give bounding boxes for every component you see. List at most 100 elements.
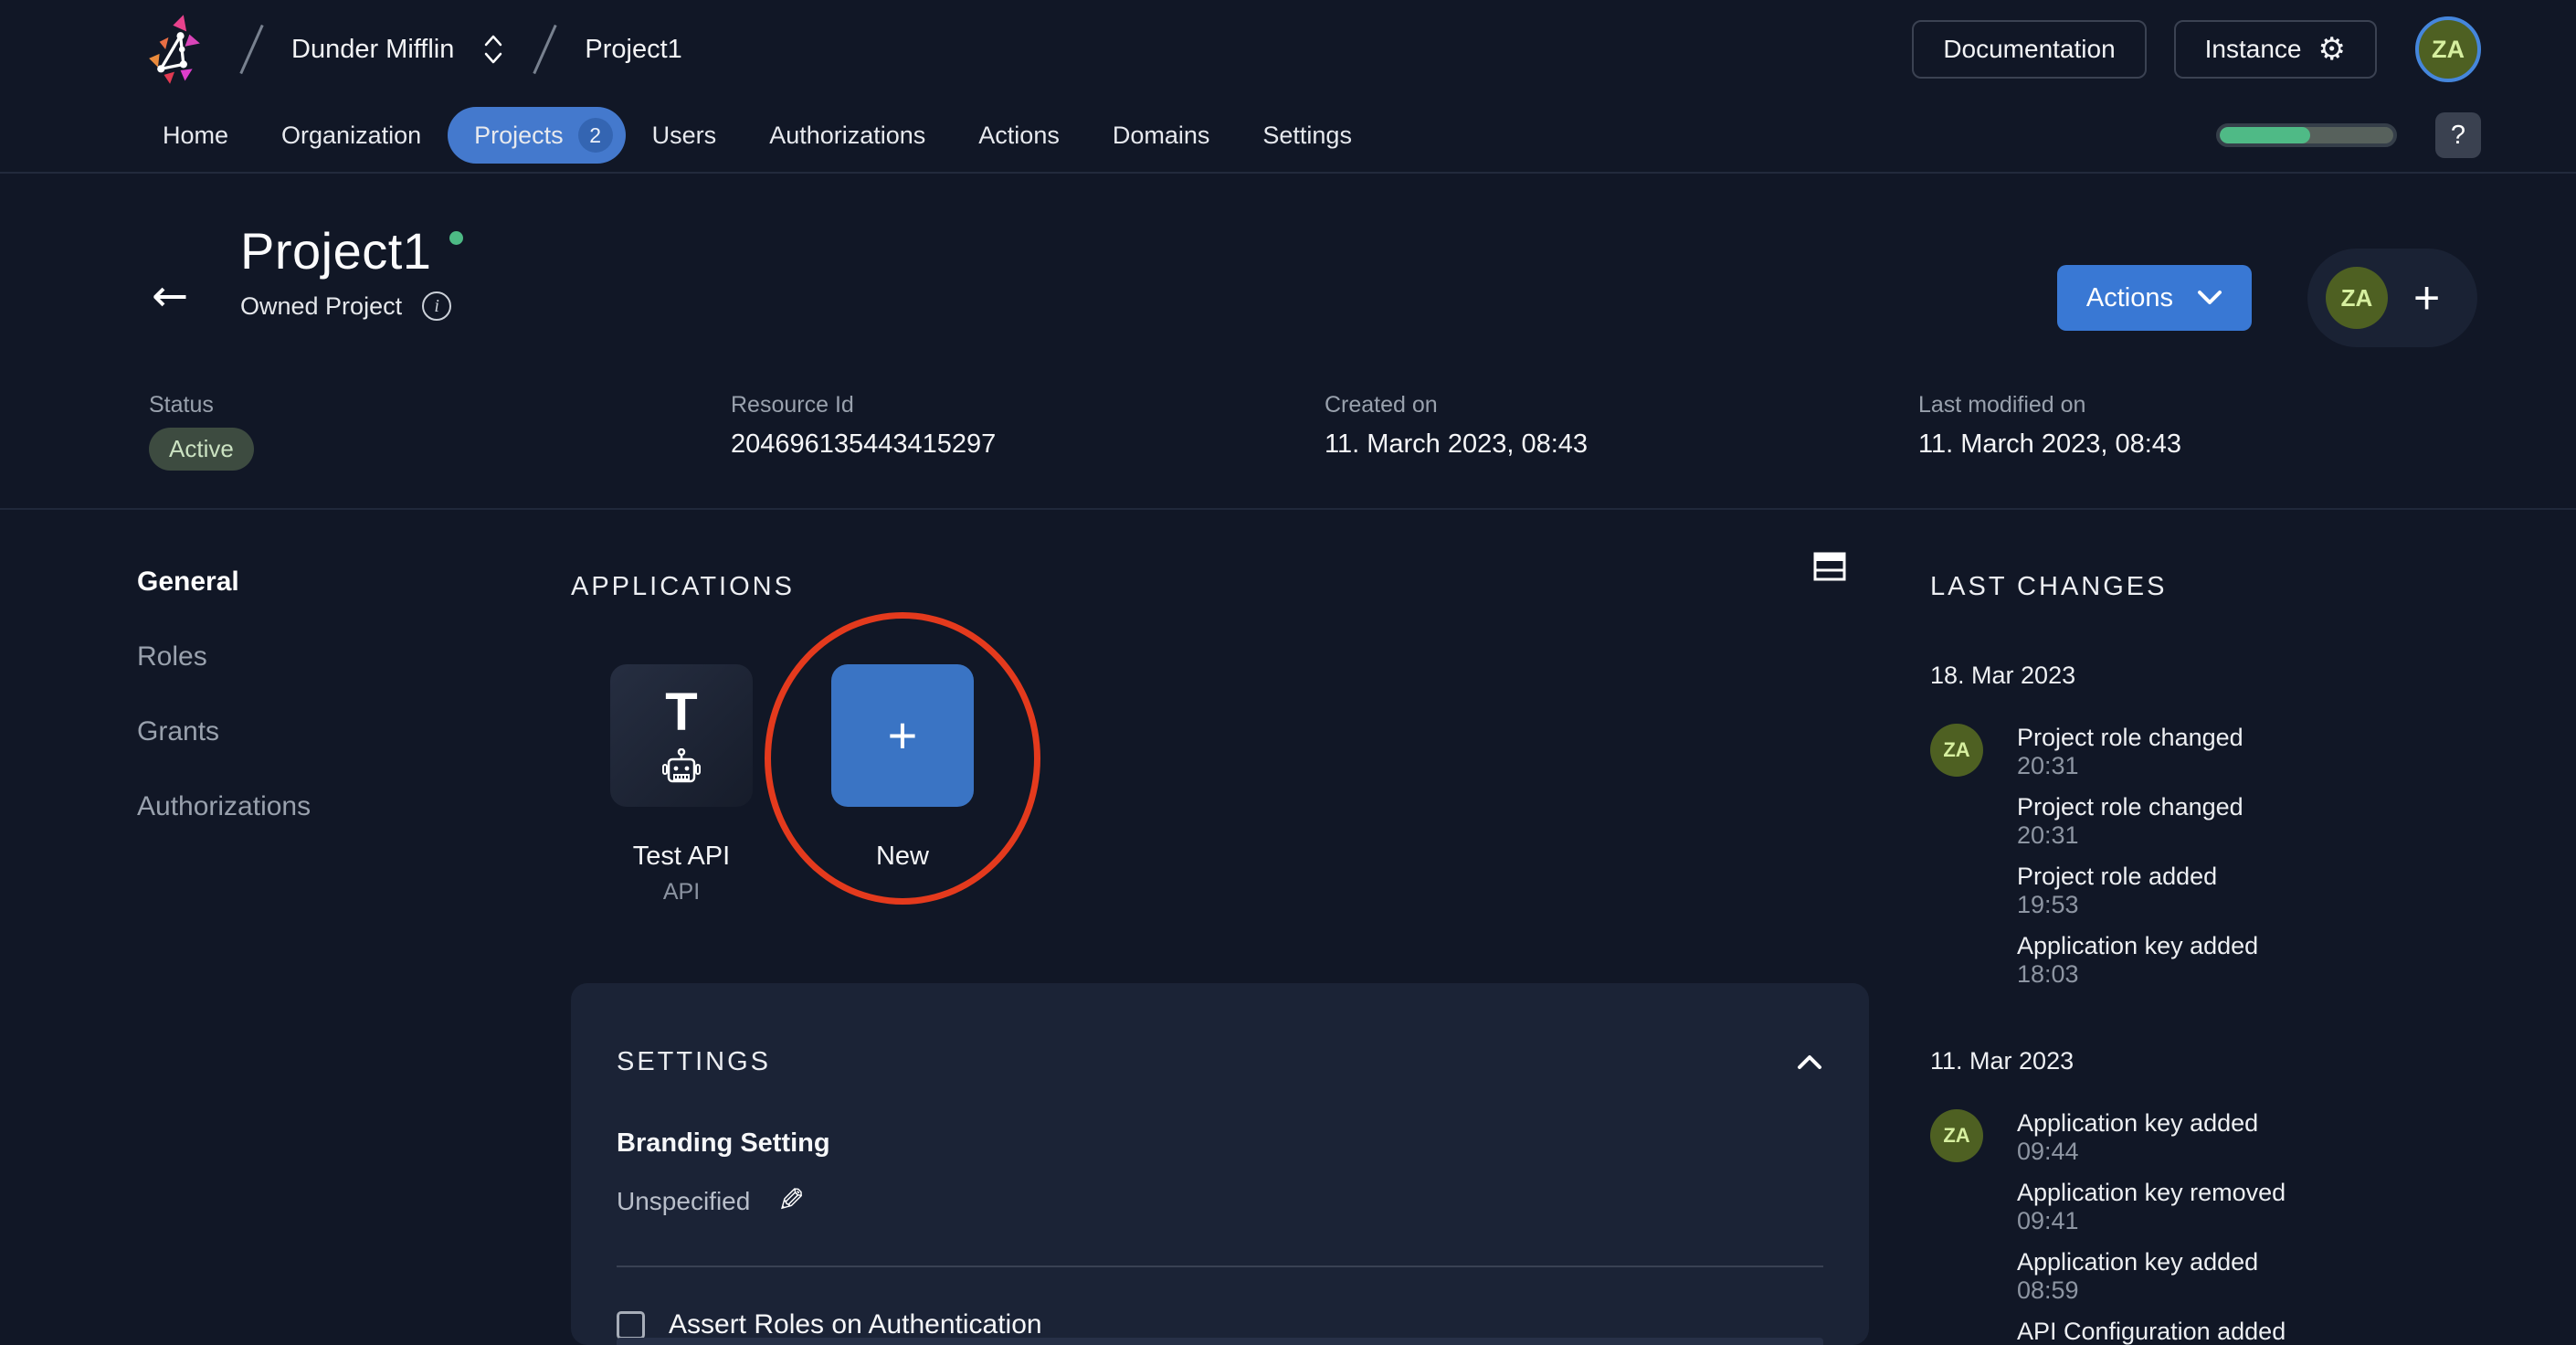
meta-status: Status Active: [149, 392, 254, 471]
status-badge: Active: [149, 428, 254, 471]
table-view-icon[interactable]: [1813, 552, 1846, 581]
change-avatar-initials: ZA: [1943, 1124, 1970, 1147]
question-mark-icon: ?: [2450, 120, 2466, 150]
projects-count-badge: 2: [577, 118, 613, 153]
change-avatar-initials: ZA: [1943, 738, 1970, 761]
robot-icon: [662, 748, 701, 783]
change-entry[interactable]: Application key added 18:03: [2017, 932, 2258, 989]
change-group-date: 18. Mar 2023: [1930, 662, 2076, 689]
back-arrow-icon[interactable]: ←: [152, 270, 188, 322]
change-time: 08:59: [2017, 1276, 2079, 1304]
tab-settings[interactable]: Settings: [1236, 110, 1378, 162]
tab-projects-label: Projects: [474, 121, 564, 149]
next-section-edge: [617, 1338, 1823, 1345]
change-entry[interactable]: Project role changed 20:31: [2017, 793, 2258, 850]
change-time: 09:41: [2017, 1207, 2079, 1234]
project-members-pill: ZA +: [2307, 249, 2477, 347]
gear-icon: ⚙: [2317, 31, 2346, 68]
app-name: Test API: [632, 842, 731, 871]
assert-roles-label: Assert Roles on Authentication: [669, 1309, 1042, 1340]
change-entry[interactable]: Project role changed 20:31: [2017, 724, 2258, 780]
change-action: Project role changed: [2017, 724, 2243, 751]
sidebar-item-grants[interactable]: Grants: [137, 716, 311, 747]
info-icon[interactable]: i: [422, 291, 452, 321]
last-changes-panel: LAST CHANGES 18. Mar 2023 ZA Project rol…: [1930, 512, 2515, 1345]
info-glyph: i: [434, 295, 439, 316]
modified-on-label: Last modified on: [1918, 392, 2086, 418]
tab-authorizations[interactable]: Authorizations: [743, 110, 952, 162]
actions-button[interactable]: Actions: [2056, 265, 2252, 331]
change-avatar: ZA: [1930, 1109, 1983, 1162]
status-label: Status: [149, 392, 214, 418]
instance-button[interactable]: Instance ⚙: [2173, 20, 2377, 79]
avatar-initials: ZA: [2432, 35, 2465, 63]
app-initial: T: [665, 683, 698, 742]
project-side-nav: General Roles Grants Authorizations: [137, 567, 311, 822]
tab-organization[interactable]: Organization: [255, 110, 448, 162]
member-avatar[interactable]: ZA: [2326, 267, 2388, 329]
tab-home[interactable]: Home: [136, 110, 255, 162]
application-tile-test-api[interactable]: T: [610, 664, 753, 807]
project-header: ← Project1 Owned Project i Actions ZA + …: [0, 174, 2576, 510]
change-entry[interactable]: API Configuration added 08:51: [2017, 1318, 2286, 1345]
settings-heading: SETTINGS: [617, 1047, 772, 1076]
tab-projects[interactable]: Projects 2: [448, 107, 626, 164]
breadcrumb-separator: [533, 24, 558, 75]
change-action: Project role added: [2017, 863, 2218, 890]
change-entry[interactable]: Project role added 19:53: [2017, 863, 2258, 919]
change-action: Project role changed: [2017, 793, 2243, 821]
change-entry[interactable]: Application key added 08:59: [2017, 1248, 2286, 1305]
app-type: API: [662, 879, 701, 905]
change-entry[interactable]: Application key removed 09:41: [2017, 1179, 2286, 1235]
sidebar-item-authorizations[interactable]: Authorizations: [137, 791, 311, 822]
user-avatar[interactable]: ZA: [2415, 16, 2481, 82]
onboarding-progress-bar: [2216, 123, 2397, 147]
edit-pencil-icon[interactable]: ✎: [777, 1182, 805, 1220]
documentation-label: Documentation: [1943, 35, 2116, 63]
add-member-button[interactable]: +: [2413, 275, 2440, 321]
change-action: Application key added: [2017, 932, 2259, 959]
project-type-label: Owned Project: [240, 291, 403, 320]
zitadel-logo-icon[interactable]: [137, 12, 212, 87]
breadcrumb-project[interactable]: Project1: [585, 35, 681, 65]
change-action: Application key removed: [2017, 1179, 2286, 1206]
new-application-tile[interactable]: +: [831, 664, 974, 807]
top-bar: Dunder Mifflin Project1 Documentation In…: [0, 0, 2576, 99]
main-panel: APPLICATIONS T Test API API + New SETTIN…: [571, 512, 1869, 1345]
actions-label: Actions: [2085, 282, 2173, 312]
change-group-date: 11. Mar 2023: [1930, 1047, 2075, 1075]
progress-fill: [2220, 127, 2310, 143]
change-time: 20:31: [2017, 752, 2079, 779]
org-switcher-icon[interactable]: [481, 32, 505, 67]
resource-id-value: 204696135443415297: [731, 429, 997, 459]
plus-icon: +: [887, 706, 918, 764]
application-card: T Test API API: [610, 664, 753, 905]
collapse-chevron-up-icon[interactable]: [1796, 1054, 1823, 1071]
change-time: 19:53: [2017, 891, 2079, 918]
change-entry[interactable]: Application key added 09:44: [2017, 1109, 2286, 1166]
assert-roles-checkbox[interactable]: [617, 1310, 645, 1340]
settings-divider: [617, 1266, 1823, 1267]
change-action: Application key added: [2017, 1248, 2259, 1276]
change-time: 20:31: [2017, 821, 2079, 849]
tab-actions[interactable]: Actions: [952, 110, 1086, 162]
help-button[interactable]: ?: [2435, 112, 2481, 158]
change-group: ZA Project role changed 20:31 Project ro…: [1930, 724, 2515, 1001]
sidebar-item-general[interactable]: General: [137, 567, 311, 598]
meta-modified-on: Last modified on 11. March 2023, 08:43: [1918, 392, 2181, 460]
applications-grid: T Test API API + New: [610, 664, 974, 905]
created-on-label: Created on: [1325, 392, 1438, 418]
new-application-card: + New: [831, 664, 974, 905]
tab-domains[interactable]: Domains: [1086, 110, 1237, 162]
new-tile-label: New: [875, 842, 929, 871]
tab-users[interactable]: Users: [626, 110, 744, 162]
change-action: Application key added: [2017, 1109, 2259, 1137]
settings-card: SETTINGS Branding Setting Unspecified ✎ …: [571, 983, 1869, 1345]
change-group: ZA Application key added 09:44 Applicati…: [1930, 1109, 2515, 1345]
change-action: API Configuration added: [2017, 1318, 2286, 1345]
change-time: 18:03: [2017, 960, 2079, 988]
sidebar-item-roles[interactable]: Roles: [137, 641, 311, 672]
documentation-button[interactable]: Documentation: [1912, 20, 2147, 79]
breadcrumb-org[interactable]: Dunder Mifflin: [291, 35, 454, 65]
meta-created-on: Created on 11. March 2023, 08:43: [1325, 392, 1588, 460]
